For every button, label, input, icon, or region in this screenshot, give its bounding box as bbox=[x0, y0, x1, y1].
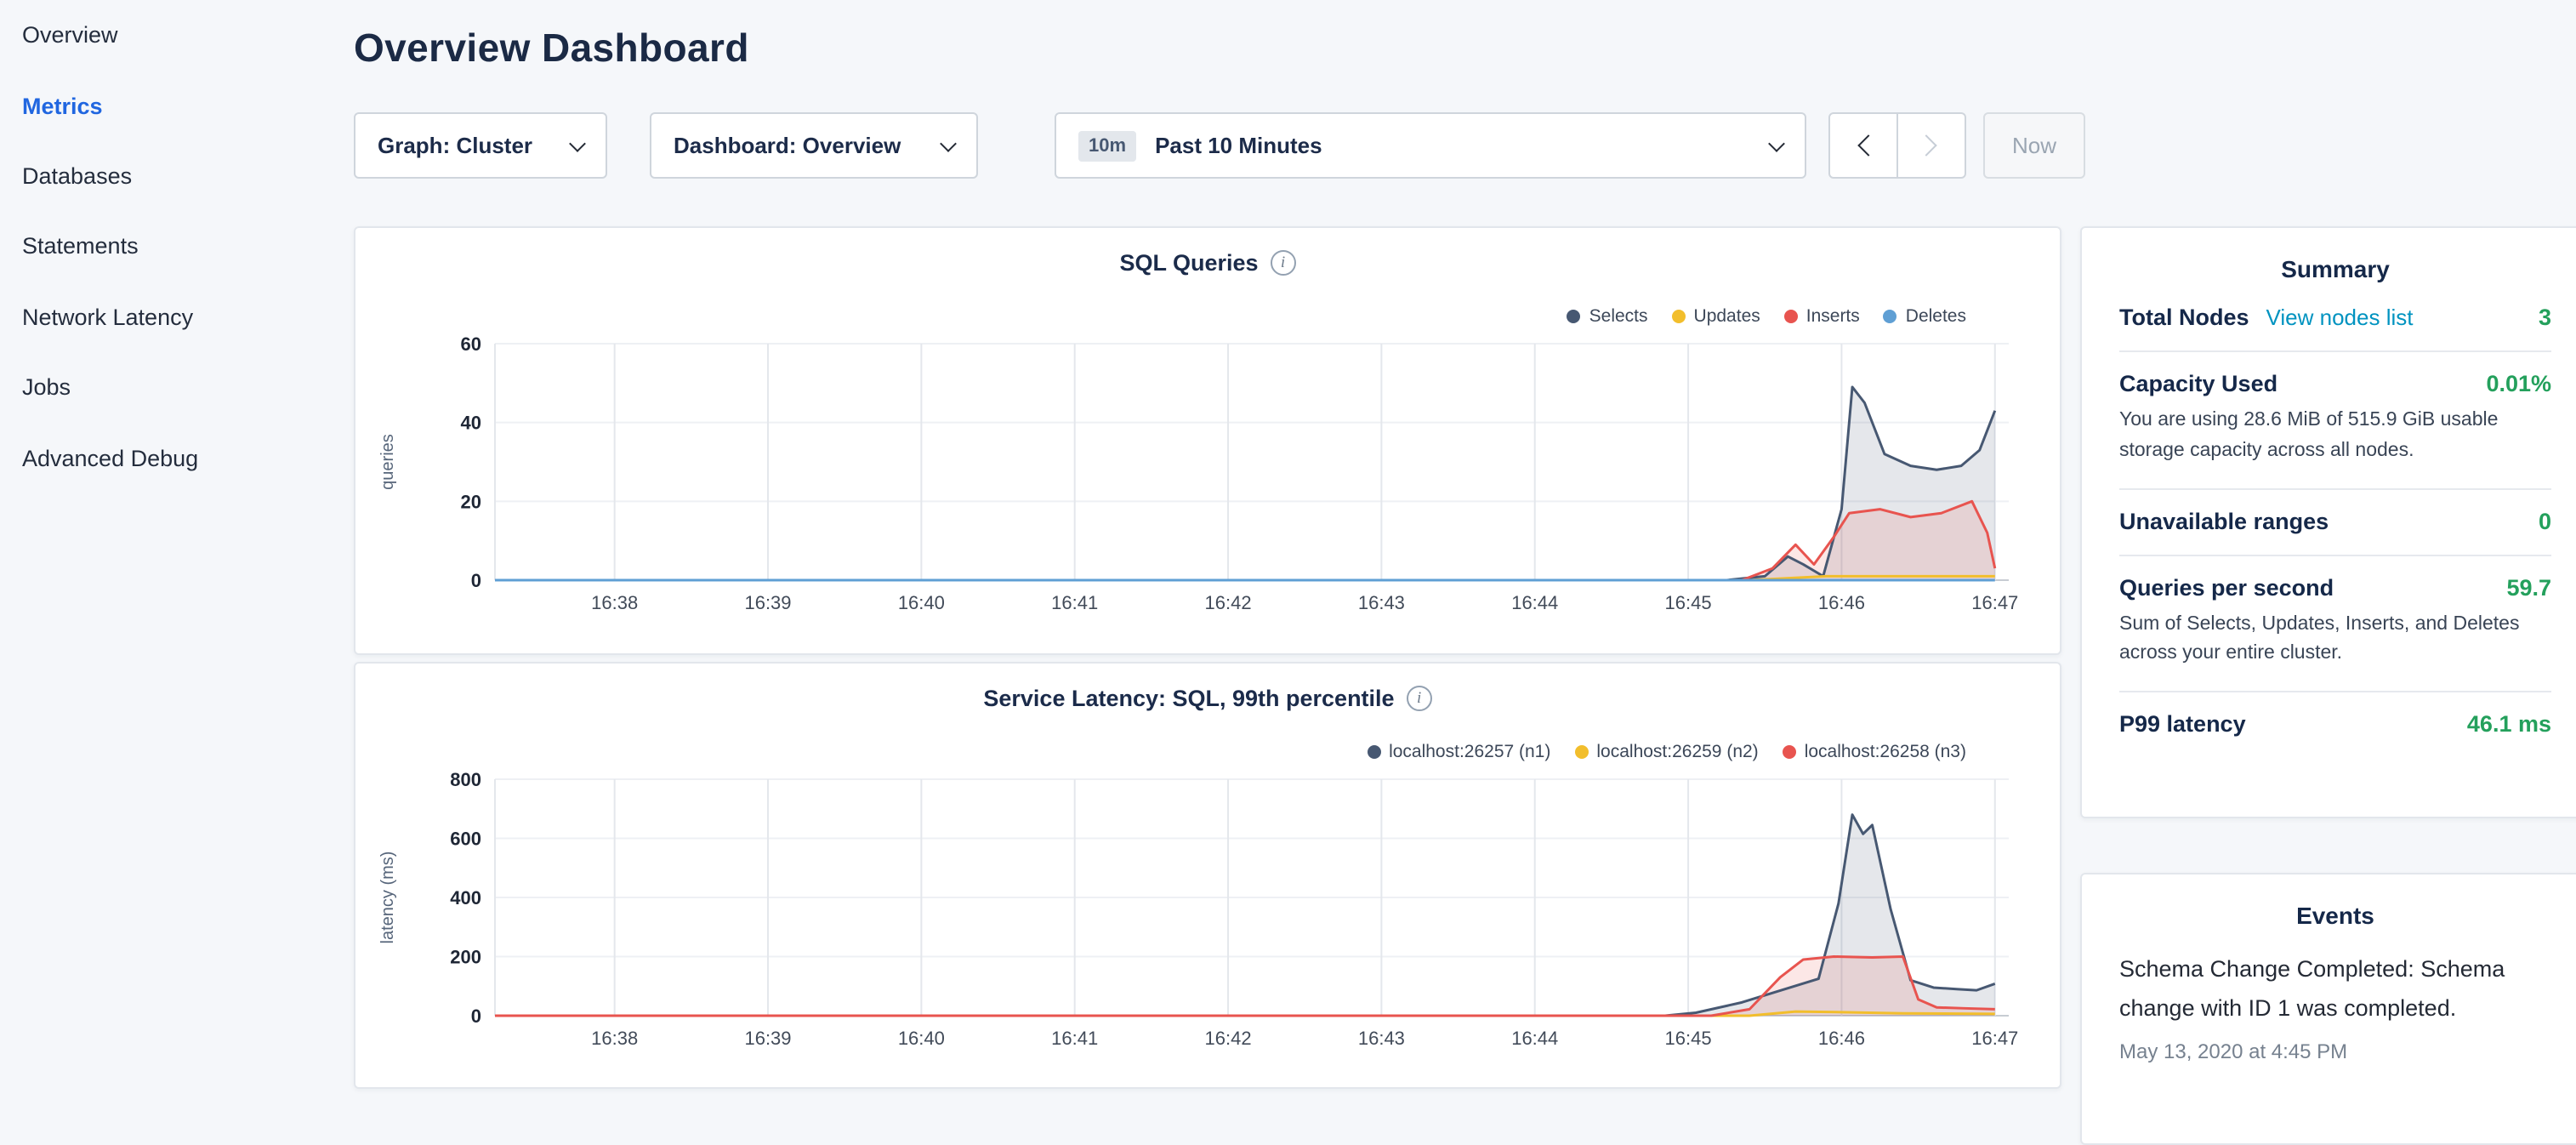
chevron-down-icon bbox=[569, 134, 586, 151]
summary-row-value: 0 bbox=[2539, 508, 2551, 533]
svg-text:16:38: 16:38 bbox=[591, 592, 638, 613]
summary-row-value: 3 bbox=[2539, 305, 2551, 330]
svg-text:600: 600 bbox=[450, 829, 481, 850]
sql-queries-chart-card: SQL Queries i SelectsUpdatesInsertsDelet… bbox=[354, 226, 2061, 655]
summary-row: Unavailable ranges 0 bbox=[2119, 487, 2551, 554]
svg-text:60: 60 bbox=[461, 333, 481, 355]
main-content: Overview Dashboard Graph: Cluster Dashbo… bbox=[354, 0, 2061, 1051]
svg-text:16:45: 16:45 bbox=[1665, 592, 1712, 613]
sidebar-item-statements[interactable]: Statements bbox=[0, 211, 333, 282]
sidebar-item-metrics[interactable]: Metrics bbox=[0, 71, 333, 141]
summary-row-label: Unavailable ranges bbox=[2119, 508, 2329, 533]
summary-row-value: 46.1 ms bbox=[2467, 712, 2551, 738]
service-latency-chart-card: Service Latency: SQL, 99th percentile i … bbox=[354, 662, 2061, 1089]
events-title: Events bbox=[2119, 902, 2551, 929]
chevron-down-icon bbox=[940, 134, 957, 151]
svg-text:16:44: 16:44 bbox=[1511, 592, 1558, 613]
svg-text:16:42: 16:42 bbox=[1205, 1028, 1252, 1049]
svg-text:0: 0 bbox=[471, 570, 481, 591]
svg-text:16:41: 16:41 bbox=[1051, 1028, 1098, 1049]
toolbar: Graph: Cluster Dashboard: Overview 10m P… bbox=[354, 112, 2085, 179]
page-title: Overview Dashboard bbox=[354, 26, 2061, 71]
svg-text:0: 0 bbox=[471, 1005, 481, 1027]
svg-text:16:42: 16:42 bbox=[1205, 592, 1252, 613]
now-button[interactable]: Now bbox=[1983, 112, 2085, 179]
summary-row-label: Capacity Used bbox=[2119, 371, 2277, 396]
summary-row-label: P99 latency bbox=[2119, 712, 2246, 738]
time-pager bbox=[1828, 112, 1966, 179]
events-panel: Events Schema Change Completed: Schema c… bbox=[2080, 873, 2576, 1145]
time-prev-button[interactable] bbox=[1828, 112, 1897, 179]
time-range-badge: 10m bbox=[1078, 130, 1136, 161]
svg-text:800: 800 bbox=[450, 769, 481, 790]
sidebar-item-overview[interactable]: Overview bbox=[0, 0, 333, 71]
chevron-down-icon bbox=[1768, 134, 1785, 151]
summary-row: Total Nodes View nodes list 3 bbox=[2119, 286, 2551, 350]
chevron-right-icon bbox=[1915, 134, 1936, 156]
event-timestamp: May 13, 2020 at 4:45 PM bbox=[2119, 1040, 2551, 1064]
svg-text:16:46: 16:46 bbox=[1818, 1028, 1865, 1049]
svg-text:16:47: 16:47 bbox=[1971, 1028, 2018, 1049]
svg-text:16:46: 16:46 bbox=[1818, 592, 1865, 613]
summary-row: Queries per second 59.7 Sum of Selects, Up… bbox=[2119, 554, 2551, 691]
sidebar-item-databases[interactable]: Databases bbox=[0, 141, 333, 212]
summary-row-label: Total Nodes bbox=[2119, 305, 2249, 330]
svg-text:16:39: 16:39 bbox=[744, 592, 791, 613]
svg-text:16:40: 16:40 bbox=[898, 592, 945, 613]
app: OverviewMetricsDatabasesStatementsNetwor… bbox=[0, 0, 2576, 1051]
svg-text:16:40: 16:40 bbox=[898, 1028, 945, 1049]
time-range-dropdown[interactable]: 10m Past 10 Minutes bbox=[1055, 112, 1806, 179]
dashboard-dropdown[interactable]: Dashboard: Overview bbox=[650, 112, 978, 179]
svg-text:16:41: 16:41 bbox=[1051, 592, 1098, 613]
sidebar-item-jobs[interactable]: Jobs bbox=[0, 352, 333, 423]
svg-text:16:38: 16:38 bbox=[591, 1028, 638, 1049]
summary-row: Capacity Used 0.01% You are using 28.6 MiB… bbox=[2119, 350, 2551, 487]
time-range-label: Past 10 Minutes bbox=[1155, 133, 1322, 158]
service-latency-chart-svg[interactable]: 0 200 400 600 800 16:38 16:39 16:40 16:41 16:42 16… bbox=[355, 664, 2063, 1089]
svg-text:queries: queries bbox=[378, 434, 397, 490]
svg-text:latency (ms): latency (ms) bbox=[378, 852, 397, 944]
summary-row-value: 0.01% bbox=[2486, 371, 2551, 396]
summary-row-label: Queries per second bbox=[2119, 574, 2334, 600]
summary-title: Summary bbox=[2119, 255, 2551, 282]
summary-row-description: Sum of Selects, Updates, Inserts, and De… bbox=[2119, 610, 2551, 670]
svg-text:40: 40 bbox=[461, 413, 481, 434]
svg-text:16:47: 16:47 bbox=[1971, 592, 2018, 613]
svg-text:16:45: 16:45 bbox=[1665, 1028, 1712, 1049]
svg-text:400: 400 bbox=[450, 887, 481, 909]
svg-text:16:43: 16:43 bbox=[1358, 1028, 1405, 1049]
view-nodes-list-link[interactable]: View nodes list bbox=[2266, 305, 2414, 330]
graph-dropdown-label: Graph: Cluster bbox=[378, 133, 532, 158]
svg-text:16:44: 16:44 bbox=[1511, 1028, 1558, 1049]
summary-row-description: You are using 28.6 MiB of 515.9 GiB usab… bbox=[2119, 407, 2551, 467]
summary-panel: Summary Total Nodes View nodes list 3 Capac… bbox=[2080, 226, 2576, 818]
event-text: Schema Change Completed: Schema change w… bbox=[2119, 951, 2524, 1028]
dashboard-dropdown-label: Dashboard: Overview bbox=[674, 133, 901, 158]
svg-text:16:43: 16:43 bbox=[1358, 592, 1405, 613]
chevron-left-icon bbox=[1857, 134, 1879, 156]
graph-dropdown[interactable]: Graph: Cluster bbox=[354, 112, 607, 179]
summary-row-value: 59.7 bbox=[2506, 574, 2551, 600]
svg-text:20: 20 bbox=[461, 491, 481, 512]
sidebar-nav: OverviewMetricsDatabasesStatementsNetwor… bbox=[0, 0, 333, 493]
events-list: Schema Change Completed: Schema change w… bbox=[2119, 951, 2551, 1064]
svg-text:16:39: 16:39 bbox=[744, 1028, 791, 1049]
summary-rows: Total Nodes View nodes list 3 Capacity Used… bbox=[2119, 286, 2551, 758]
sidebar-item-network-latency[interactable]: Network Latency bbox=[0, 282, 333, 352]
sidebar-item-advanced-debug[interactable]: Advanced Debug bbox=[0, 423, 333, 493]
summary-row: P99 latency 46.1 ms bbox=[2119, 692, 2551, 758]
time-next-button[interactable] bbox=[1897, 112, 1966, 179]
sql-queries-chart-svg[interactable]: 0 20 40 60 16:38 16:39 16:40 16:41 16:42 16:43 16:… bbox=[355, 228, 2063, 653]
svg-text:200: 200 bbox=[450, 947, 481, 968]
